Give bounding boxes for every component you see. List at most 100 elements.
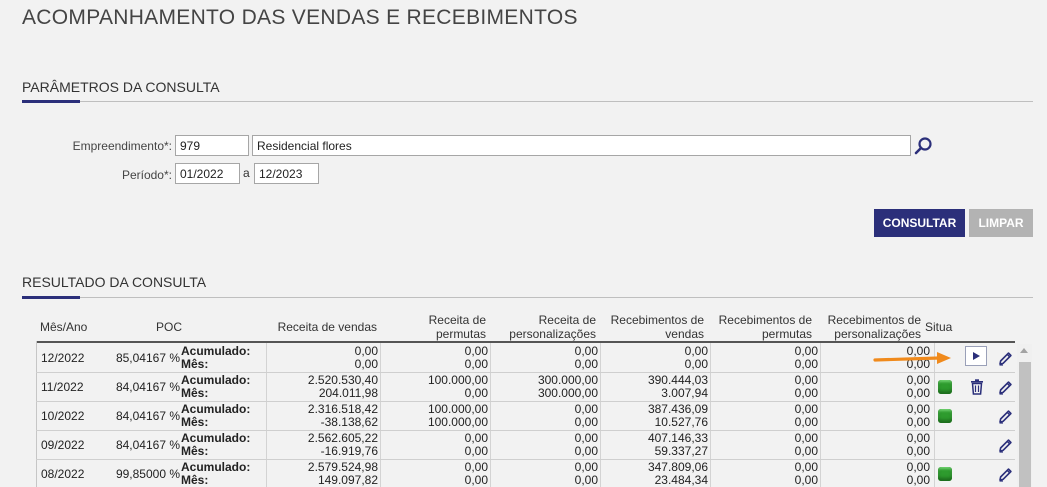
cell-recv-acumulado: 0,00 — [684, 344, 708, 358]
cell-rv-mes: 0,00 — [354, 357, 378, 371]
cell-rp-acumulado: 0,00 — [464, 431, 488, 445]
params-section-title: PARÂMETROS DA CONSULTA — [22, 79, 220, 95]
empreendimento-label: Empreendimento*: — [72, 139, 172, 153]
cell-recp-acumulado: 0,00 — [794, 402, 818, 416]
cell-recpers-acumulado: 0,00 — [906, 431, 930, 445]
col-header-situacao: Situa — [925, 320, 953, 334]
cell-rv-acumulado: 2.316.518,42 — [307, 402, 378, 416]
pencil-icon — [998, 380, 1012, 395]
cell-poc: 84,04167 % — [115, 380, 180, 394]
cell-rp-acumulado: 0,00 — [464, 344, 488, 358]
label-mes: Mês: — [181, 444, 209, 458]
cell-rv-mes: -16.919,76 — [320, 444, 378, 458]
trash-icon — [971, 379, 983, 395]
cell-mes-ano: 11/2022 — [41, 380, 84, 394]
cell-poc: 84,04167 % — [115, 409, 180, 423]
cell-rpers-acumulado: 0,00 — [574, 402, 598, 416]
limpar-button[interactable]: LIMPAR — [969, 209, 1033, 237]
page-title: ACOMPANHAMENTO DAS VENDAS E RECEBIMENTOS — [22, 6, 578, 29]
edit-button[interactable] — [995, 406, 1015, 426]
col-header-receita-permutas-2: permutas — [435, 327, 486, 341]
cell-recv-acumulado: 387.436,09 — [647, 402, 708, 416]
cell-mes-ano: 12/2022 — [41, 351, 85, 365]
cell-recv-mes: 59.337,27 — [654, 444, 708, 458]
label-mes: Mês: — [181, 357, 209, 371]
cell-recpers-acumulado: 0,00 — [906, 460, 930, 474]
label-mes: Mês: — [181, 473, 209, 487]
search-button[interactable] — [912, 134, 936, 158]
col-header-receb-pers-2: personalizações — [834, 327, 921, 341]
cell-recp-acumulado: 0,00 — [794, 460, 818, 474]
pencil-icon — [998, 351, 1012, 366]
col-header-mes-ano: Mês/Ano — [40, 320, 88, 334]
edit-button[interactable] — [995, 435, 1015, 455]
label-acumulado: Acumulado: — [181, 431, 251, 445]
cell-rv-mes: 204.011,98 — [318, 386, 378, 400]
periodo-start-input[interactable] — [175, 163, 240, 184]
pencil-icon — [998, 438, 1012, 453]
cell-rp-mes: 0,00 — [464, 444, 488, 458]
label-acumulado: Acumulado: — [181, 402, 251, 416]
cell-recp-mes: 0,00 — [794, 357, 818, 371]
cell-rv-mes: -38.138,62 — [320, 415, 378, 429]
label-acumulado: Acumulado: — [181, 373, 251, 387]
empreendimento-code-input[interactable] — [175, 135, 249, 156]
detail-button[interactable] — [965, 346, 987, 366]
search-icon — [914, 137, 932, 155]
cell-recpers-mes: 0,00 — [906, 415, 930, 429]
status-ok-icon — [938, 409, 952, 423]
status-ok-icon — [938, 467, 952, 481]
label-mes: Mês: — [181, 386, 209, 400]
cell-rv-acumulado: 0,00 — [354, 344, 378, 358]
table-scrollbar-thumb[interactable] — [1019, 362, 1031, 487]
cell-rp-acumulado: 0,00 — [464, 460, 488, 474]
cell-rv-acumulado: 2.579.524,98 — [307, 460, 378, 474]
cell-rp-mes: 100.000,00 — [427, 415, 488, 429]
cell-poc: 85,04167 % — [115, 351, 180, 365]
arrow-annotation-icon — [873, 352, 951, 364]
col-header-receb-pers-1: Recebimentos de — [827, 313, 921, 327]
cell-recv-acumulado: 390.444,03 — [647, 373, 708, 387]
header-underline — [36, 341, 1015, 343]
cell-rv-acumulado: 2.520.530,40 — [307, 373, 378, 387]
cell-mes-ano: 10/2022 — [41, 409, 85, 423]
cell-recp-mes: 0,00 — [794, 415, 818, 429]
cell-recpers-acumulado: 0,00 — [906, 402, 930, 416]
empreendimento-name-input[interactable] — [252, 135, 911, 156]
cell-rpers-acumulado: 0,00 — [574, 431, 598, 445]
cell-rv-acumulado: 2.562.605,22 — [307, 431, 378, 445]
col-header-receita-vendas: Receita de vendas — [277, 320, 377, 334]
cell-recp-mes: 0,00 — [794, 444, 818, 458]
cell-recv-mes: 0,00 — [684, 357, 708, 371]
cell-recp-mes: 0,00 — [794, 473, 818, 487]
label-acumulado: Acumulado: — [181, 460, 251, 474]
cell-poc: 99,85000 % — [115, 467, 180, 481]
cell-recp-mes: 0,00 — [794, 386, 818, 400]
cell-recp-acumulado: 0,00 — [794, 344, 818, 358]
edit-button[interactable] — [995, 464, 1015, 484]
periodo-end-input[interactable] — [254, 163, 319, 184]
cell-rpers-mes: 0,00 — [574, 444, 598, 458]
col-header-receb-vendas-2: vendas — [665, 327, 704, 341]
col-header-receb-permutas-1: Recebimentos de — [718, 313, 812, 327]
result-divider — [22, 297, 1033, 298]
cell-recv-acumulado: 347.809,06 — [647, 460, 708, 474]
cell-rpers-acumulado: 0,00 — [574, 344, 598, 358]
cell-rp-mes: 0,00 — [464, 357, 488, 371]
periodo-label: Período*: — [121, 168, 172, 182]
col-header-receita-permutas-1: Receita de — [428, 313, 486, 327]
result-accent — [22, 296, 80, 299]
cell-poc: 84,04167 % — [115, 438, 180, 452]
edit-button[interactable] — [995, 377, 1015, 397]
col-header-receita-pers-2: personalizações — [509, 327, 596, 341]
result-section-title: RESULTADO DA CONSULTA — [22, 274, 207, 290]
params-divider — [22, 101, 1033, 102]
consultar-button[interactable]: CONSULTAR — [874, 209, 965, 237]
cell-rpers-mes: 0,00 — [574, 415, 598, 429]
cell-mes-ano: 09/2022 — [41, 438, 85, 452]
delete-button[interactable] — [967, 377, 987, 397]
scroll-up-arrow-icon[interactable] — [1020, 348, 1028, 353]
cell-mes-ano: 08/2022 — [41, 467, 85, 481]
edit-button[interactable] — [995, 348, 1015, 368]
params-accent — [22, 100, 80, 103]
